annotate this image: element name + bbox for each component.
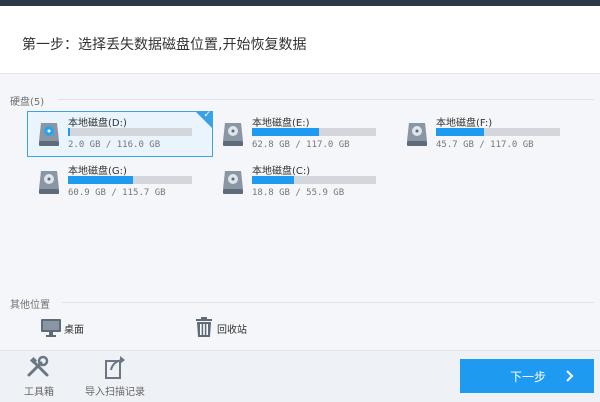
location-recycle-bin[interactable]: 回收站	[193, 316, 263, 338]
next-step-label: 下一步	[510, 370, 547, 384]
toolbox-button[interactable]: 工具箱	[18, 355, 60, 398]
drive-size: 60.9 GB / 115.7 GB	[68, 188, 166, 198]
drives-divider	[58, 99, 594, 100]
drive-name: 本地磁盘(G:)	[68, 166, 127, 177]
hard-drive-icon	[39, 171, 59, 194]
trash-icon	[196, 317, 212, 337]
toolbox-label: 工具箱	[24, 387, 54, 398]
drive-name: 本地磁盘(F:)	[436, 118, 493, 129]
hard-drive-icon	[407, 123, 427, 146]
drive-size: 18.8 GB / 55.9 GB	[252, 188, 345, 198]
drive-name: 本地磁盘(E:)	[252, 118, 310, 129]
check-icon: ✓	[203, 110, 211, 120]
hard-drive-icon	[223, 171, 243, 194]
location-desktop[interactable]: 桌面	[40, 316, 100, 338]
page-title: 第一步：选择丢失数据磁盘位置,开始恢复数据	[22, 37, 307, 53]
drive-item-e[interactable]: 本地磁盘(E:) 62.8 GB / 117.0 GB	[211, 111, 397, 157]
other-divider	[62, 302, 594, 303]
drives-section-label: 硬盘(5)	[10, 97, 45, 108]
drive-size: 2.0 GB / 116.0 GB	[68, 140, 161, 150]
hard-drive-icon	[223, 123, 243, 146]
content-area: 硬盘(5) 本地磁盘(D:) 2.0 GB / 116.0 GB ✓ 本地磁盘(…	[0, 74, 600, 350]
drive-name: 本地磁盘(D:)	[68, 118, 127, 129]
import-scan-record-button[interactable]: 导入扫描记录	[80, 355, 150, 398]
drive-name: 本地磁盘(C:)	[252, 166, 311, 177]
import-scan-record-label: 导入扫描记录	[85, 387, 145, 398]
drive-item-d[interactable]: 本地磁盘(D:) 2.0 GB / 116.0 GB ✓	[27, 110, 213, 157]
drive-size: 45.7 GB / 117.0 GB	[436, 140, 534, 150]
import-icon	[105, 356, 125, 379]
location-label: 回收站	[217, 325, 247, 336]
drive-usage-bar	[436, 128, 560, 136]
location-label: 桌面	[64, 325, 84, 336]
tools-icon	[27, 355, 49, 377]
drive-usage-bar	[68, 176, 192, 184]
next-step-button[interactable]: 下一步	[460, 359, 594, 393]
drive-item-f[interactable]: 本地磁盘(F:) 45.7 GB / 117.0 GB	[395, 111, 581, 157]
drive-item-g[interactable]: 本地磁盘(G:) 60.9 GB / 115.7 GB	[27, 159, 213, 205]
drive-item-c[interactable]: 本地磁盘(C:) 18.8 GB / 55.9 GB	[211, 159, 397, 205]
drive-usage-bar	[252, 128, 376, 136]
other-section-label: 其他位置	[10, 300, 50, 311]
monitor-icon	[41, 319, 61, 337]
drive-usage-bar	[252, 176, 376, 184]
footer-toolbar: 工具箱 导入扫描记录 下一步	[0, 350, 600, 402]
header: 第一步：选择丢失数据磁盘位置,开始恢复数据	[0, 6, 600, 74]
hard-drive-icon	[39, 123, 59, 146]
drive-size: 62.8 GB / 117.0 GB	[252, 140, 350, 150]
chevron-right-icon	[566, 370, 574, 382]
drive-usage-bar	[68, 128, 192, 136]
